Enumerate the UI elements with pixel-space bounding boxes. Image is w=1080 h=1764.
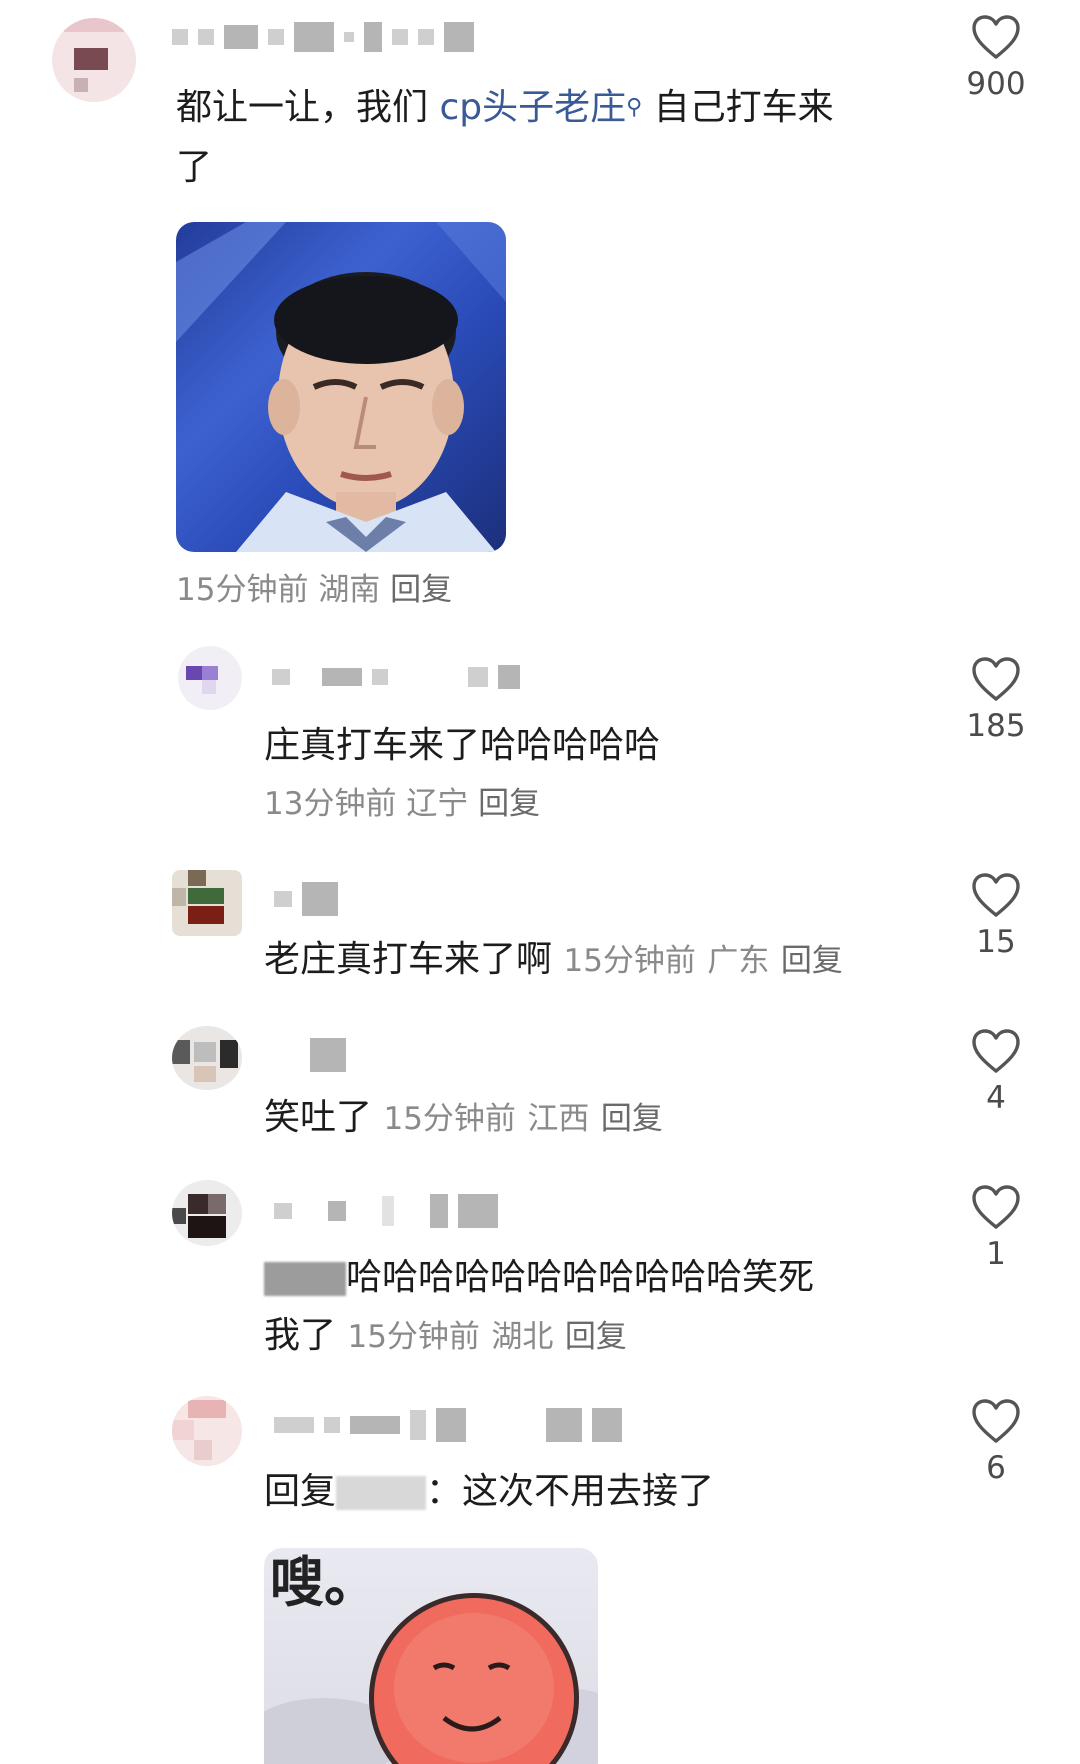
- like-count: 1: [986, 1236, 1006, 1272]
- like-count: 4: [986, 1080, 1006, 1116]
- like-count: 185: [966, 708, 1026, 744]
- like-button[interactable]: 1: [936, 1184, 1056, 1272]
- username-redacted[interactable]: [172, 20, 474, 54]
- portrait-illustration: [176, 222, 506, 552]
- redacted-mention: [336, 1476, 427, 1510]
- avatar[interactable]: [172, 1180, 242, 1246]
- comment-text: 庄真打车来了哈哈哈哈哈: [264, 725, 661, 766]
- comment-text-line2: 了: [176, 147, 213, 188]
- location: 江西: [527, 1101, 590, 1137]
- like-count: 6: [986, 1450, 1006, 1486]
- username-redacted[interactable]: [274, 1194, 498, 1228]
- search-icon: ⚲: [626, 95, 643, 120]
- like-count: 15: [976, 924, 1016, 960]
- mention-link[interactable]: cp头子老庄⚲: [439, 87, 642, 128]
- like-button[interactable]: 4: [936, 1028, 1056, 1116]
- comment-text: 哈哈哈哈哈哈哈哈哈哈哈笑死: [264, 1248, 814, 1308]
- username-redacted[interactable]: [272, 660, 520, 694]
- timestamp: 15分钟前: [347, 1319, 480, 1355]
- timestamp: 13分钟前: [264, 786, 397, 822]
- comment-text-line2: 我了 15分钟前 湖北 回复: [264, 1315, 627, 1356]
- red-face-sticker[interactable]: 嗖。: [264, 1548, 598, 1764]
- timestamp: 15分钟前: [383, 1101, 516, 1137]
- heart-icon: [972, 873, 1020, 917]
- comment-text: 回复 ：这次不用去接了: [264, 1471, 715, 1512]
- location: 湖北: [491, 1319, 554, 1355]
- heart-icon: [972, 657, 1020, 701]
- timestamp: 15分钟前: [563, 943, 696, 979]
- avatar[interactable]: [52, 18, 136, 102]
- like-button[interactable]: 15: [936, 872, 1056, 960]
- heart-icon: [972, 1399, 1020, 1443]
- avatar[interactable]: [172, 1396, 242, 1466]
- sticker-caption: 嗖。: [270, 1551, 378, 1614]
- comment-text: 笑吐了 15分钟前 江西 回复: [264, 1097, 663, 1138]
- comment-text: 老庄真打车来了啊 15分钟前 广东 回复: [264, 939, 843, 980]
- reply-button[interactable]: 回复: [601, 1101, 663, 1137]
- timestamp: 15分钟前: [176, 572, 309, 608]
- avatar[interactable]: [172, 1026, 242, 1090]
- username-redacted[interactable]: [274, 1408, 622, 1442]
- comment-meta: 13分钟前 辽宁 回复: [264, 784, 540, 824]
- like-button[interactable]: 185: [936, 656, 1056, 744]
- avatar[interactable]: [178, 646, 242, 710]
- heart-icon: [972, 1029, 1020, 1073]
- redacted-mention: [264, 1262, 346, 1296]
- location: 辽宁: [406, 786, 469, 822]
- reply-button[interactable]: 回复: [565, 1319, 627, 1355]
- heart-icon: [972, 15, 1020, 59]
- username-redacted[interactable]: [310, 1038, 346, 1072]
- like-count: 900: [966, 66, 1026, 102]
- heart-icon: [972, 1185, 1020, 1229]
- location: 广东: [707, 943, 770, 979]
- location: 湖南: [318, 572, 381, 608]
- reply-button[interactable]: 回复: [390, 572, 452, 608]
- avatar[interactable]: [172, 870, 242, 936]
- comment-text: 都让一让，我们 cp头子老庄⚲ 自己打车来: [176, 87, 834, 128]
- reply-button[interactable]: 回复: [478, 786, 540, 822]
- reply-button[interactable]: 回复: [781, 943, 843, 979]
- man-portrait-sticker[interactable]: [176, 222, 506, 552]
- like-button[interactable]: 6: [936, 1398, 1056, 1486]
- username-redacted[interactable]: [274, 882, 338, 916]
- comment-meta: 15分钟前 湖南 回复: [176, 570, 452, 610]
- like-button[interactable]: 900: [936, 14, 1056, 102]
